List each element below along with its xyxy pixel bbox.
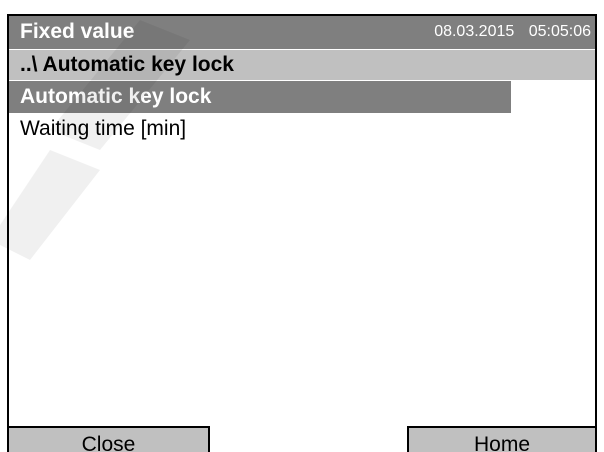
home-button-label: Home	[473, 433, 531, 452]
page-title: Fixed value	[20, 20, 135, 43]
menu-item-label: Automatic key lock	[20, 85, 212, 108]
menu-item-label: Waiting time [min]	[20, 117, 187, 140]
menu-item-automatic-key-lock[interactable]: Automatic key lock	[9, 80, 511, 113]
breadcrumb: ..\ Automatic key lock	[9, 49, 595, 80]
title-bar: Fixed value 08.03.2015 05:05:06	[9, 16, 595, 49]
date-display: 08.03.2015	[434, 23, 515, 40]
close-button[interactable]: Close	[9, 426, 210, 452]
home-button[interactable]: Home	[407, 426, 595, 452]
breadcrumb-path: ..\ Automatic key lock	[20, 53, 234, 76]
time-display: 05:05:06	[528, 23, 591, 40]
menu-item-waiting-time[interactable]: Waiting time [min]	[9, 113, 511, 146]
controller-display: Fixed value 08.03.2015 05:05:06 ..\ Auto…	[7, 14, 597, 452]
datetime-display: 08.03.2015 05:05:06	[434, 22, 591, 42]
close-button-label: Close	[81, 433, 136, 452]
